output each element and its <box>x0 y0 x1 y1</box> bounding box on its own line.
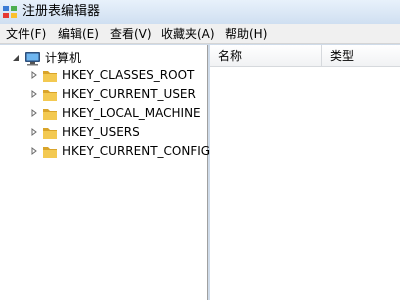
folder-icon <box>43 109 57 120</box>
expand-triangle-icon[interactable] <box>30 128 38 136</box>
tree-item-hkey-current-user[interactable]: HKEY_CURRENT_USER <box>0 85 206 104</box>
tree-item-hkey-classes-root[interactable]: HKEY_CLASSES_ROOT <box>0 66 206 85</box>
menu-favorites[interactable]: 收藏夹(A) <box>161 26 215 42</box>
column-header-type[interactable]: 类型 <box>322 45 400 67</box>
registry-tree[interactable]: 计算机 HKEY_CLASSES_ROOT HKEY_CURRENT_USER <box>0 45 210 300</box>
column-header-name[interactable]: 名称 <box>210 45 322 67</box>
menu-bar: 文件(F) 编辑(E) 查看(V) 收藏夹(A) 帮助(H) <box>0 24 400 44</box>
window-title: 注册表编辑器 <box>22 4 101 19</box>
menu-file[interactable]: 文件(F) <box>6 26 46 42</box>
tree-item-hkey-local-machine[interactable]: HKEY_LOCAL_MACHINE <box>0 104 206 123</box>
tree-label: HKEY_CLASSES_ROOT <box>62 68 195 82</box>
folder-icon <box>43 71 57 82</box>
folder-icon <box>43 147 57 158</box>
values-list[interactable]: 名称 类型 <box>210 45 400 300</box>
menu-help[interactable]: 帮助(H) <box>225 26 267 42</box>
tree-item-hkey-users[interactable]: HKEY_USERS <box>0 123 206 142</box>
folder-icon <box>43 128 57 139</box>
tree-label: HKEY_CURRENT_CONFIG <box>62 144 211 158</box>
expand-triangle-icon[interactable] <box>30 90 38 98</box>
menu-view[interactable]: 查看(V) <box>110 26 152 42</box>
tree-label: HKEY_LOCAL_MACHINE <box>62 106 201 120</box>
tree-item-hkey-current-config[interactable]: HKEY_CURRENT_CONFIG <box>0 142 210 161</box>
folder-icon <box>43 90 57 101</box>
expand-triangle-icon[interactable] <box>30 71 38 79</box>
tree-label: HKEY_CURRENT_USER <box>62 87 196 101</box>
collapse-triangle-icon[interactable] <box>12 54 20 62</box>
computer-icon <box>25 52 40 66</box>
title-bar[interactable]: 注册表编辑器 <box>0 0 400 24</box>
registry-editor-icon <box>3 6 17 18</box>
expand-triangle-icon[interactable] <box>30 109 38 117</box>
tree-label: HKEY_USERS <box>62 125 140 139</box>
expand-triangle-icon[interactable] <box>30 147 38 155</box>
menu-edit[interactable]: 编辑(E) <box>58 26 99 42</box>
